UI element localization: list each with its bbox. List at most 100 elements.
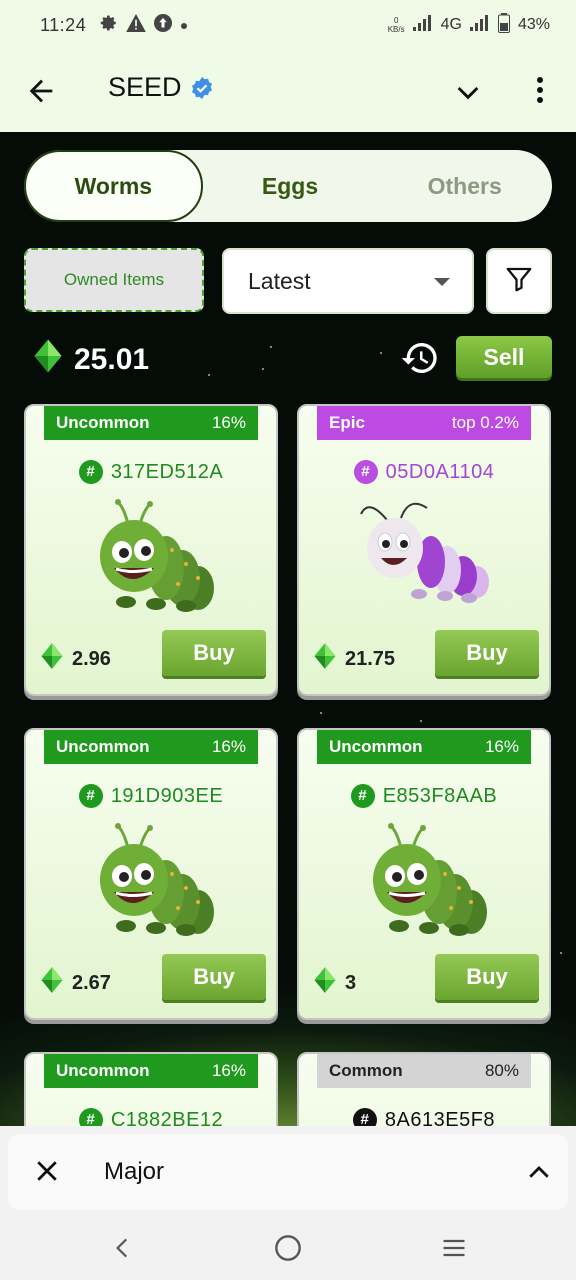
signal-icon [412, 14, 433, 36]
notification-dot-icon [180, 15, 188, 35]
item-id-text: 05D0A1104 [385, 460, 495, 483]
rarity-badge: Uncommon 16% [44, 1054, 258, 1088]
buy-button[interactable]: Buy [162, 954, 266, 1000]
category-tabs: Worms Eggs Others [24, 150, 552, 222]
alert-icon [126, 13, 147, 37]
rarity-badge: Uncommon 16% [44, 406, 258, 440]
battery-level: 43% [517, 16, 550, 33]
mini-app-label: Major [104, 1158, 165, 1185]
more-options-icon[interactable] [528, 74, 552, 111]
item-id-text: 317ED512A [110, 460, 224, 483]
price-value: 2.67 [72, 971, 111, 994]
sort-select[interactable]: Latest [222, 248, 474, 314]
price-value: 2.96 [72, 647, 111, 670]
item-card[interactable]: Common 80% # 8A613E5F8 [297, 1052, 551, 1126]
close-icon[interactable] [32, 1156, 62, 1191]
item-card[interactable]: Uncommon 16% # 317ED512A 2.96 Buy [24, 404, 278, 696]
balance: 25.01 [30, 338, 149, 382]
item-card[interactable]: Uncommon 16% # C1882BE12 [24, 1052, 278, 1126]
gem-icon [311, 966, 339, 1000]
gem-icon [311, 642, 339, 676]
rarity-badge: Epic top 0.2% [317, 406, 531, 440]
app-bar: SEED [0, 50, 576, 132]
rarity-percent: 16% [211, 737, 246, 756]
item-id: # C1882BE12 [26, 1108, 276, 1126]
worm-image [86, 498, 216, 618]
gem-icon [30, 338, 66, 382]
chevron-up-icon[interactable] [524, 1158, 554, 1193]
tab-worms[interactable]: Worms [24, 150, 203, 222]
item-id-text: 191D903EE [110, 784, 224, 807]
gem-icon [38, 642, 66, 676]
price-value: 21.75 [345, 647, 396, 670]
status-right: 0 KB/s 4G 43% [388, 12, 550, 38]
price-value: 3 [345, 971, 357, 994]
rarity-name: Common [329, 1061, 403, 1080]
balance-value: 25.01 [74, 343, 150, 376]
worm-image [86, 822, 216, 942]
item-id: # 8A613E5F8 [299, 1108, 549, 1126]
price: 2.96 [38, 642, 111, 676]
marketplace-content: Worms Eggs Others Owned Items Latest 25.… [0, 132, 576, 1126]
app-title: SEED [108, 72, 214, 103]
nav-recents-icon[interactable] [440, 1234, 468, 1267]
sort-value: Latest [248, 267, 311, 294]
status-bar: 11:24 0 KB/s 4G 43% [0, 0, 576, 50]
system-nav-bar [0, 1214, 576, 1280]
tab-eggs[interactable]: Eggs [203, 150, 378, 222]
item-card[interactable]: Uncommon 16% # E853F8AAB 3 Buy [297, 728, 551, 1020]
status-time: 11:24 [40, 14, 87, 35]
rarity-badge: Common 80% [317, 1054, 531, 1088]
sell-button[interactable]: Sell [456, 336, 552, 378]
item-id: # E853F8AAB [299, 784, 549, 808]
item-id-text: 8A613E5F8 [384, 1108, 496, 1127]
price: 3 [311, 966, 356, 1000]
rarity-percent: 16% [484, 737, 519, 756]
owned-items-button[interactable]: Owned Items [24, 248, 204, 312]
hash-icon: # [353, 460, 378, 484]
buy-button[interactable]: Buy [435, 954, 539, 1000]
hash-icon: # [78, 1108, 103, 1126]
back-arrow-icon[interactable] [24, 74, 58, 108]
signal-2-icon [469, 14, 490, 36]
rarity-badge: Uncommon 16% [44, 730, 258, 764]
rarity-percent: 80% [484, 1061, 519, 1080]
upload-icon [154, 13, 173, 37]
rarity-badge: Uncommon 16% [317, 730, 531, 764]
app-title-text: SEED [108, 72, 182, 102]
price: 21.75 [311, 642, 395, 676]
hash-icon: # [352, 1108, 377, 1126]
history-icon[interactable] [400, 338, 440, 383]
worm-image [359, 498, 489, 618]
item-card[interactable]: Epic top 0.2% # 05D0A1104 21.75 Buy [297, 404, 551, 696]
filter-icon [504, 264, 534, 299]
rarity-name: Uncommon [56, 413, 150, 432]
caret-down-icon [434, 278, 450, 286]
buy-button[interactable]: Buy [162, 630, 266, 676]
settings-icon [100, 14, 118, 37]
gem-icon [38, 966, 66, 1000]
item-card[interactable]: Uncommon 16% # 191D903EE 2.67 Buy [24, 728, 278, 1020]
filter-button[interactable] [486, 248, 552, 314]
net-speed: 0 KB/s [388, 16, 405, 34]
worm-image [359, 822, 489, 942]
item-id-text: C1882BE12 [110, 1108, 224, 1127]
net-speed-value: 0 [393, 16, 399, 25]
rarity-name: Uncommon [56, 1061, 150, 1080]
nav-back-icon[interactable] [110, 1234, 136, 1267]
mini-app-bar[interactable]: Major [8, 1134, 568, 1210]
nav-home-icon[interactable] [274, 1234, 302, 1267]
item-id: # 191D903EE [26, 784, 276, 808]
hash-icon: # [350, 784, 375, 808]
rarity-name: Uncommon [56, 737, 150, 756]
rarity-percent: 16% [211, 1061, 246, 1080]
net-speed-unit: KB/s [387, 25, 405, 34]
chevron-down-icon[interactable] [452, 76, 484, 113]
status-icons [100, 13, 188, 37]
item-id: # 317ED512A [26, 460, 276, 484]
rarity-name: Uncommon [329, 737, 423, 756]
buy-button[interactable]: Buy [435, 630, 539, 676]
tab-others[interactable]: Others [377, 150, 552, 222]
price: 2.67 [38, 966, 111, 1000]
battery-icon [497, 12, 510, 38]
